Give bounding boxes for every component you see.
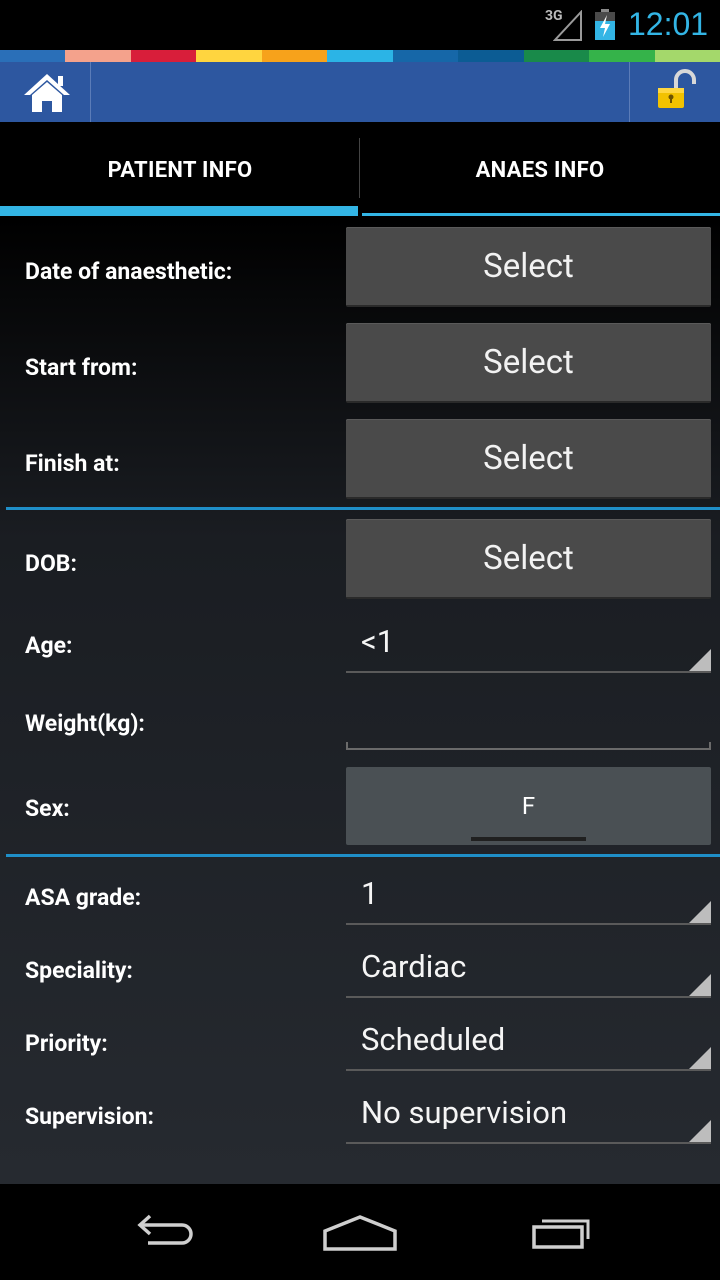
age-label: Age: <box>25 632 73 659</box>
tab-underline <box>362 213 720 216</box>
clock: 12:01 <box>628 6 709 42</box>
signal-icon <box>553 10 582 41</box>
nav-home-icon <box>323 1215 397 1251</box>
sex-toggle-button[interactable]: F <box>346 767 711 845</box>
section-divider <box>6 507 720 510</box>
stripe-segment <box>589 50 655 62</box>
active-tab-indicator <box>0 206 358 216</box>
recent-apps-button[interactable] <box>502 1184 622 1280</box>
start-from-label: Start from: <box>25 354 138 381</box>
navigation-bar <box>0 1184 720 1280</box>
date-of-anaesthetic-label: Date of anaesthetic: <box>25 258 233 285</box>
supervision-label: Supervision: <box>25 1103 155 1130</box>
action-bar <box>0 62 720 122</box>
sex-label: Sex: <box>25 795 70 822</box>
speciality-label: Speciality: <box>25 957 133 984</box>
patient-info-form: Date of anaesthetic: Select Start from: … <box>0 218 720 1184</box>
toggle-indicator <box>471 837 586 841</box>
recent-apps-icon <box>532 1219 590 1249</box>
speciality-value: Cardiac <box>361 948 467 985</box>
tab-patient-info[interactable]: PATIENT INFO <box>0 122 360 218</box>
asa-grade-value: 1 <box>361 875 379 912</box>
dropdown-arrow-icon <box>689 1120 711 1142</box>
home-button[interactable] <box>0 62 91 122</box>
start-from-button[interactable]: Select <box>346 323 711 403</box>
priority-label: Priority: <box>25 1030 108 1057</box>
supervision-spinner[interactable]: No supervision <box>346 1090 711 1144</box>
back-icon <box>137 1214 193 1245</box>
stripe-segment <box>327 50 393 62</box>
age-value: <1 <box>361 623 395 660</box>
weight-input[interactable] <box>346 720 711 750</box>
stripe-segment <box>65 50 131 62</box>
lock-button[interactable] <box>629 62 720 122</box>
stripe-segment <box>130 50 197 62</box>
stripe-segment <box>261 50 328 62</box>
stripe-segment <box>392 50 459 62</box>
dropdown-arrow-icon <box>689 901 711 923</box>
stripe-segment <box>458 50 524 62</box>
battery-charging-icon <box>595 9 615 40</box>
dropdown-arrow-icon <box>689 974 711 996</box>
dob-label: DOB: <box>25 550 77 577</box>
section-divider <box>6 854 720 857</box>
sex-value: F <box>521 792 536 820</box>
stripe-segment <box>523 50 590 62</box>
home-icon <box>24 74 70 112</box>
date-of-anaesthetic-button[interactable]: Select <box>346 227 711 307</box>
priority-value: Scheduled <box>361 1021 506 1058</box>
speciality-spinner[interactable]: Cardiac <box>346 944 711 998</box>
nav-home-button[interactable] <box>300 1184 420 1280</box>
tab-bar: PATIENT INFO ANAES INFO <box>0 122 720 218</box>
dob-button[interactable]: Select <box>346 519 711 599</box>
finish-at-label: Finish at: <box>25 450 120 477</box>
back-button[interactable] <box>100 1184 220 1280</box>
asa-grade-label: ASA grade: <box>25 884 142 911</box>
age-spinner[interactable]: <1 <box>346 619 711 673</box>
dropdown-arrow-icon <box>689 1047 711 1069</box>
stripe-segment <box>196 50 262 62</box>
unlock-icon <box>658 69 696 108</box>
finish-at-button[interactable]: Select <box>346 419 711 499</box>
stripe-segment <box>654 50 720 62</box>
tab-anaes-info[interactable]: ANAES INFO <box>360 122 720 218</box>
supervision-value: No supervision <box>361 1094 568 1131</box>
status-bar: 3G 12:01 <box>0 0 720 50</box>
weight-label: Weight(kg): <box>25 710 145 737</box>
stripe-segment <box>0 50 66 62</box>
priority-spinner[interactable]: Scheduled <box>346 1017 711 1071</box>
dropdown-arrow-icon <box>689 649 711 671</box>
asa-grade-spinner[interactable]: 1 <box>346 871 711 925</box>
brand-stripe <box>0 50 720 62</box>
